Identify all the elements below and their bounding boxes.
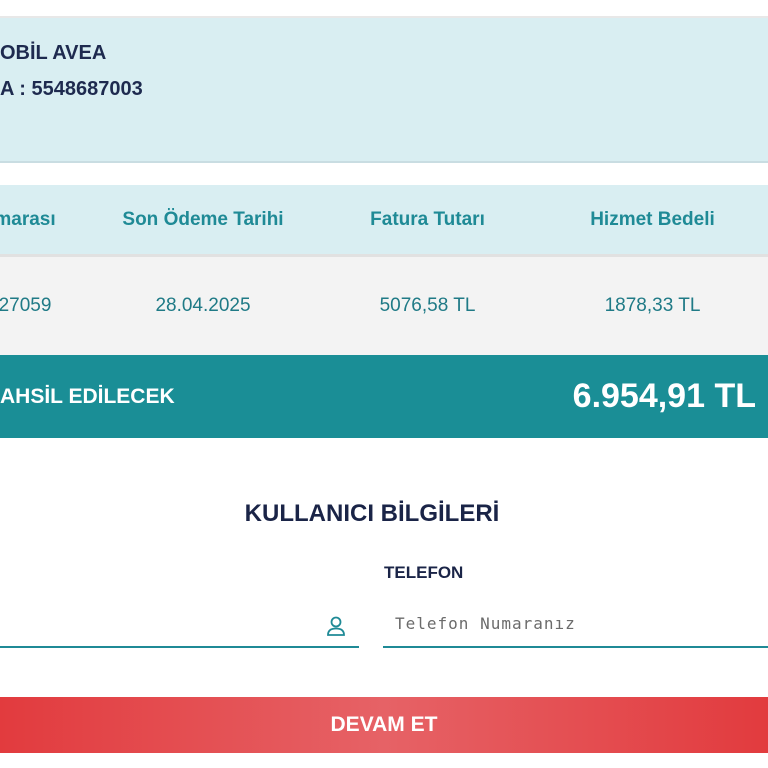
phone-input[interactable] <box>383 600 768 648</box>
continue-button[interactable]: DEVAM ET <box>0 697 768 753</box>
due-date-cell: 28.04.2025 <box>155 295 251 316</box>
user-icon <box>326 615 346 637</box>
header-invoice-amount: Fatura Tutarı <box>370 208 485 230</box>
top-divider <box>0 0 768 18</box>
operator-name: OBİL AVEA <box>0 42 107 64</box>
total-amount: 6.954,91 TL <box>572 377 756 415</box>
header-service-fee: Hizmet Bedeli <box>590 208 715 230</box>
table-row: 27059 28.04.2025 5076,58 TL 1878,33 TL <box>0 257 768 355</box>
bill-table-header: marası Son Ödeme Tarihi Fatura Tutarı Hi… <box>0 185 768 257</box>
total-bar: AHSİL EDİLECEK 6.954,91 TL <box>0 355 768 438</box>
phone-label: TELEFON <box>384 563 464 582</box>
section-title: KULLANICI BİLGİLERİ <box>244 500 500 527</box>
subscriber-number: A : 5548687003 <box>0 78 143 100</box>
service-fee-cell: 1878,33 TL <box>604 295 701 316</box>
header-due-date: Son Ödeme Tarihi <box>122 208 284 230</box>
operator-info-panel: OBİL AVEA A : 5548687003 <box>0 18 768 163</box>
invoice-amount-cell: 5076,58 TL <box>379 295 476 316</box>
name-field[interactable] <box>0 600 359 648</box>
header-invoice-number: marası <box>0 208 56 230</box>
total-label: AHSİL EDİLECEK <box>0 384 175 408</box>
invoice-number-cell: 27059 <box>0 295 52 316</box>
